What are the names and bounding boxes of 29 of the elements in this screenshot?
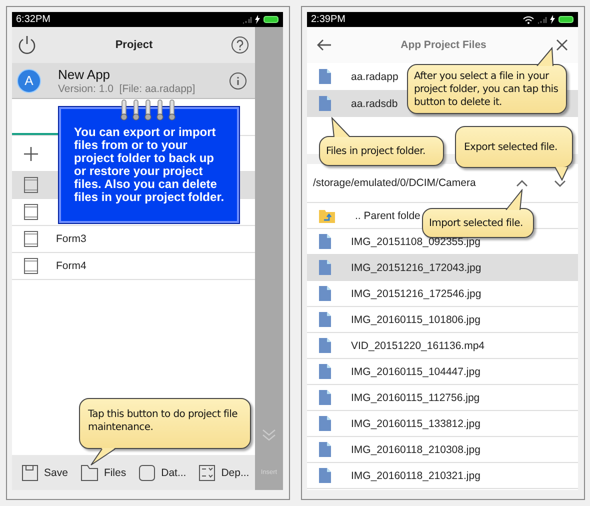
file-name: IMG_20160115_104447.jpg [351,366,480,378]
callout-tooltip: Import selected file. [422,208,534,238]
app-avatar: A [17,68,41,92]
callout-tooltip: Tap this button to do project file maintenance. [79,398,251,449]
file-name: IMG_20160115_112756.jpg [351,392,480,404]
file-name: .. Parent folde [355,210,420,222]
callout-tooltip: Files in project folder. [319,136,444,166]
form-name: Form4 [56,260,86,272]
file-name: IMG_20160118_210321.jpg [351,470,480,482]
file-name: VID_20151220_161136.mp4 [351,340,485,352]
file-name: aa.radapp [351,70,398,82]
file-name: IMG_20160115_101806.jpg [351,314,480,326]
status-time: 6:32PM [16,14,50,25]
file-name: IMG_20151108_092355.jpg [351,236,480,248]
status-time: 2:39PM [311,14,346,25]
form-name: Form3 [56,233,86,245]
folder-path: /storage/emulated/0/DCIM/Camera [313,177,477,189]
app-details: Version: 1.0 [File: aa.radapp] [58,82,196,94]
file-name: IMG_20151216_172043.jpg [351,262,482,274]
callout-tooltip: After you select a file in your project folder, you can tap this button to delete it. [407,64,567,114]
file-name: aa.radsdb [351,98,398,110]
file-name: IMG_20160118_210308.jpg [351,444,480,456]
screen-title: Project [115,39,153,51]
file-name: IMG_20160115_133812.jpg [351,418,480,430]
callout-tooltip: Export selected file. [455,126,573,168]
file-name: IMG_20151216_172546.jpg [351,288,482,300]
app-name: New App [58,66,112,82]
screen-title: App Project Files [400,39,486,51]
note-tooltip: You can export or import files from or to your project folder to back up or restore your project files. Also you can delete files in your project folder. [59,107,239,223]
